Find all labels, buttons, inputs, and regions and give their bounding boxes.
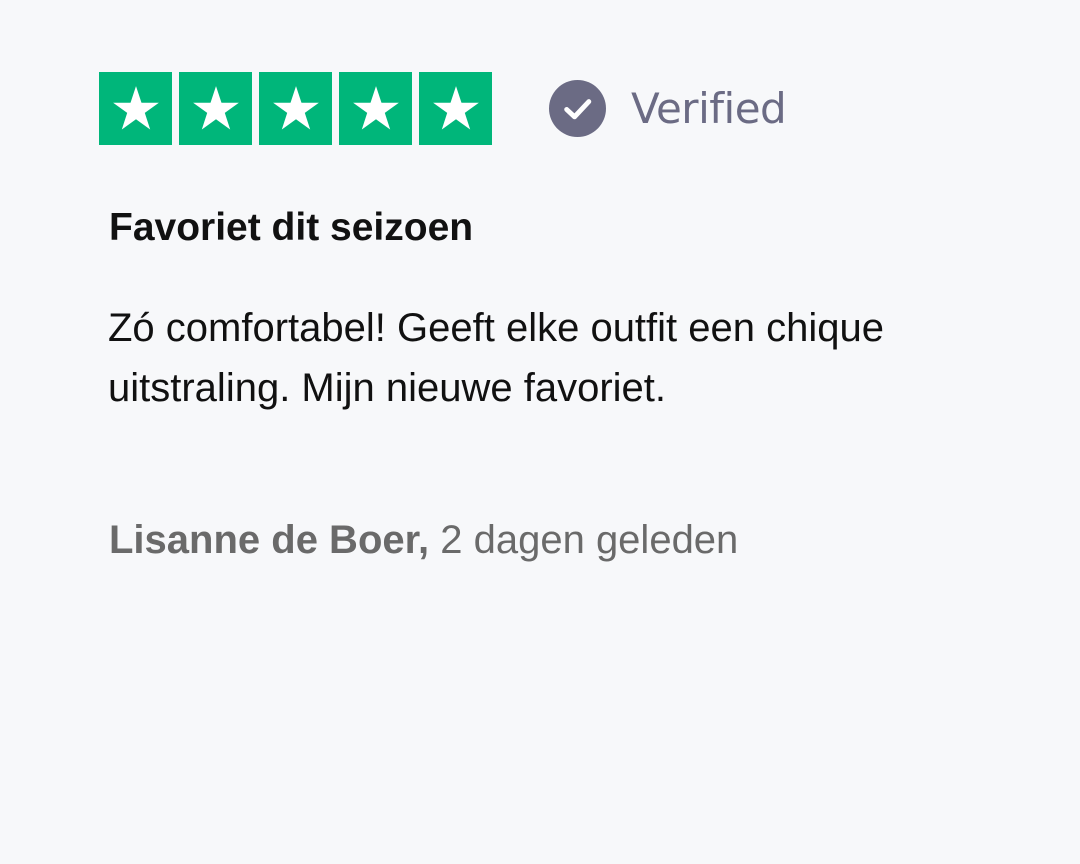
star-icon [339,72,412,145]
rating-row: Verified [99,72,787,145]
verified-badge: Verified [549,80,787,137]
star-rating [99,72,492,145]
review-body: Zó comfortabel! Geeft elke outfit een ch… [108,306,884,410]
star-icon [99,72,172,145]
review-title: Favoriet dit seizoen [109,206,474,249]
verified-label: Verified [631,83,787,133]
star-icon [419,72,492,145]
star-icon [259,72,332,145]
review-date: 2 dagen geleden [440,518,739,562]
review-footer: Lisanne de Boer, 2 dagen geleden [109,516,738,564]
review-author: Lisanne de Boer, [109,518,430,562]
review-card: Verified Favoriet dit seizoen Zó comfort… [0,0,1080,864]
star-icon [179,72,252,145]
check-circle-icon [549,80,606,137]
